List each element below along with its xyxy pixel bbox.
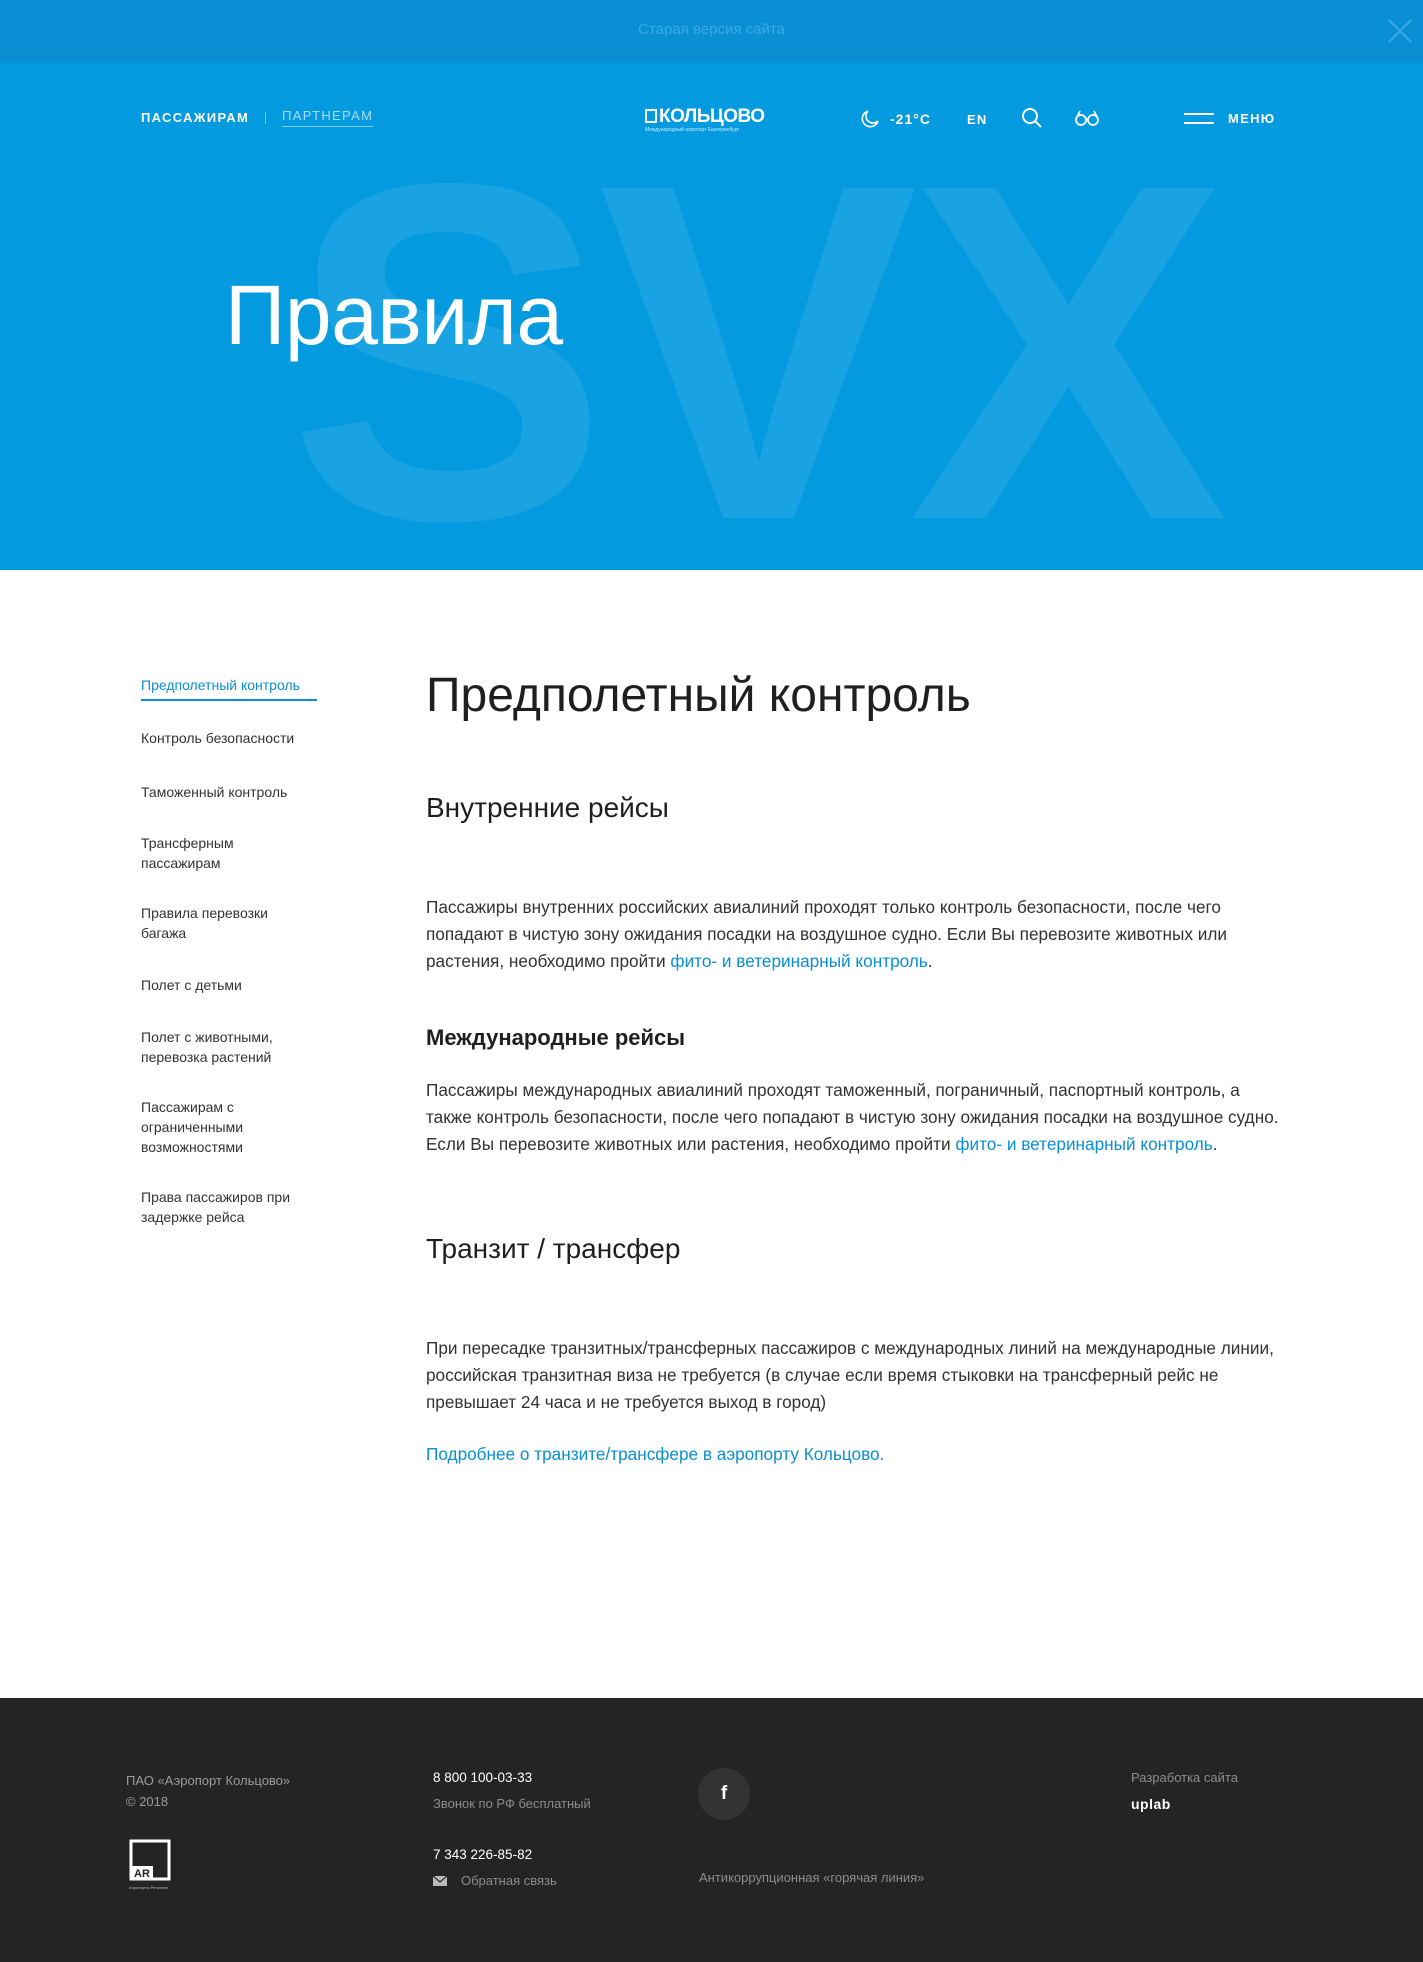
audience-switch: ПАССАЖИРАМ ПАРТНЕРАМ bbox=[141, 108, 374, 127]
footer-dev-label: Разработка сайта bbox=[1131, 1770, 1238, 1785]
hero-background-letters: SVX bbox=[288, 83, 1241, 570]
glasses-icon[interactable] bbox=[1074, 108, 1100, 128]
sidebar-active-underline bbox=[141, 699, 317, 701]
footer-phone-free[interactable]: 8 800 100-03-33 bbox=[433, 1770, 532, 1785]
facebook-icon[interactable]: f bbox=[698, 1768, 750, 1820]
svg-text:AR: AR bbox=[134, 1868, 150, 1880]
nav-passengers-link[interactable]: ПАССАЖИРАМ bbox=[141, 110, 249, 125]
hero-banner: SVX ПАССАЖИРАМ ПАРТНЕРАМ КОЛЬЦОВО Междун… bbox=[0, 63, 1423, 570]
airports-of-regions-logo[interactable]: AR Аэропорты Регионов bbox=[128, 1838, 176, 1892]
sidebar-item-reduced-mobility[interactable]: Пассажирам с ограниченными возможностями bbox=[141, 1097, 281, 1157]
transit-more-link[interactable]: Подробнее о транзите/трансфере в аэропор… bbox=[426, 1444, 884, 1464]
footer-copyright: © 2018 bbox=[126, 1794, 169, 1809]
footer-phone-local[interactable]: 7 343 226-85-82 bbox=[433, 1847, 532, 1862]
footer-hotline-link[interactable]: Антикоррупционная «горячая линия» bbox=[699, 1870, 924, 1885]
sidebar-item-delay-rights[interactable]: Права пассажиров при задержке рейса bbox=[141, 1187, 311, 1227]
transit-heading: Транзит / трансфер bbox=[426, 1233, 681, 1264]
site-logo[interactable]: КОЛЬЦОВО Международный аэропорт Екатерин… bbox=[645, 106, 765, 133]
moon-icon bbox=[861, 110, 879, 128]
domestic-heading: Внутренние рейсы bbox=[426, 792, 669, 823]
page-title: Правила bbox=[225, 268, 563, 362]
menu-button[interactable]: МЕНЮ bbox=[1184, 111, 1276, 126]
close-icon[interactable] bbox=[1387, 18, 1413, 44]
svg-text:Аэропорты Регионов: Аэропорты Регионов bbox=[129, 1885, 168, 1890]
sidebar-item-security[interactable]: Контроль безопасности bbox=[141, 728, 321, 748]
sidebar-item-preflight[interactable]: Предполетный контроль bbox=[141, 675, 321, 695]
sidebar-item-customs[interactable]: Таможенный контроль bbox=[141, 782, 321, 802]
weather-widget: -21°C bbox=[860, 109, 931, 129]
logo-mark bbox=[645, 109, 657, 123]
logo-subtext: Международный аэропорт Екатеринбург bbox=[645, 127, 740, 133]
site-footer: ПАО «Аэропорт Кольцово» © 2018 AR Аэропо… bbox=[0, 1698, 1423, 1962]
sidebar-item-transfer[interactable]: Трансферным пассажирам bbox=[141, 833, 261, 873]
transit-more-paragraph: Подробнее о транзите/трансфере в аэропор… bbox=[426, 1441, 1286, 1468]
sidebar-item-animals[interactable]: Полет с животными, перевозка растений bbox=[141, 1027, 301, 1067]
footer-phone-free-note: Звонок по РФ бесплатный bbox=[433, 1796, 591, 1811]
footer-feedback-label: Обратная связь bbox=[461, 1873, 557, 1888]
international-control-link[interactable]: фито- и ветеринарный контроль bbox=[955, 1134, 1212, 1154]
search-icon[interactable] bbox=[1021, 107, 1043, 129]
domestic-text-end: . bbox=[927, 951, 933, 971]
language-switch[interactable]: EN bbox=[967, 112, 987, 127]
international-text: Пассажиры международных авиалиний проход… bbox=[426, 1077, 1286, 1158]
nav-divider bbox=[265, 111, 267, 124]
footer-company: ПАО «Аэропорт Кольцово» © 2018 bbox=[126, 1770, 290, 1812]
section-title: Предполетный контроль bbox=[426, 669, 971, 722]
weather-temperature: -21°C bbox=[890, 111, 931, 127]
old-version-link[interactable]: Старая версия сайта bbox=[0, 21, 1423, 38]
sidebar-item-children[interactable]: Полет с детьми bbox=[141, 975, 321, 995]
old-version-bar: Старая версия сайта bbox=[0, 0, 1423, 63]
mail-icon bbox=[433, 1875, 447, 1886]
domestic-control-link[interactable]: фито- и ветеринарный контроль bbox=[670, 951, 927, 971]
international-heading: Международные рейсы bbox=[426, 1025, 686, 1050]
nav-partners-link[interactable]: ПАРТНЕРАМ bbox=[282, 108, 374, 127]
domestic-text: Пассажиры внутренних российских авиалини… bbox=[426, 894, 1286, 975]
hamburger-icon bbox=[1184, 113, 1214, 124]
footer-feedback-link[interactable]: Обратная связь bbox=[433, 1873, 557, 1888]
logo-text: КОЛЬЦОВО bbox=[659, 106, 765, 127]
menu-label: МЕНЮ bbox=[1228, 111, 1276, 126]
sidebar-item-baggage[interactable]: Правила перевозки багажа bbox=[141, 903, 291, 943]
footer-company-name: ПАО «Аэропорт Кольцово» bbox=[126, 1773, 291, 1788]
transit-text: При пересадке транзитных/трансферных пас… bbox=[426, 1338, 1274, 1412]
footer-dev-link[interactable]: uplab bbox=[1131, 1796, 1171, 1812]
international-text-end: . bbox=[1212, 1134, 1218, 1154]
